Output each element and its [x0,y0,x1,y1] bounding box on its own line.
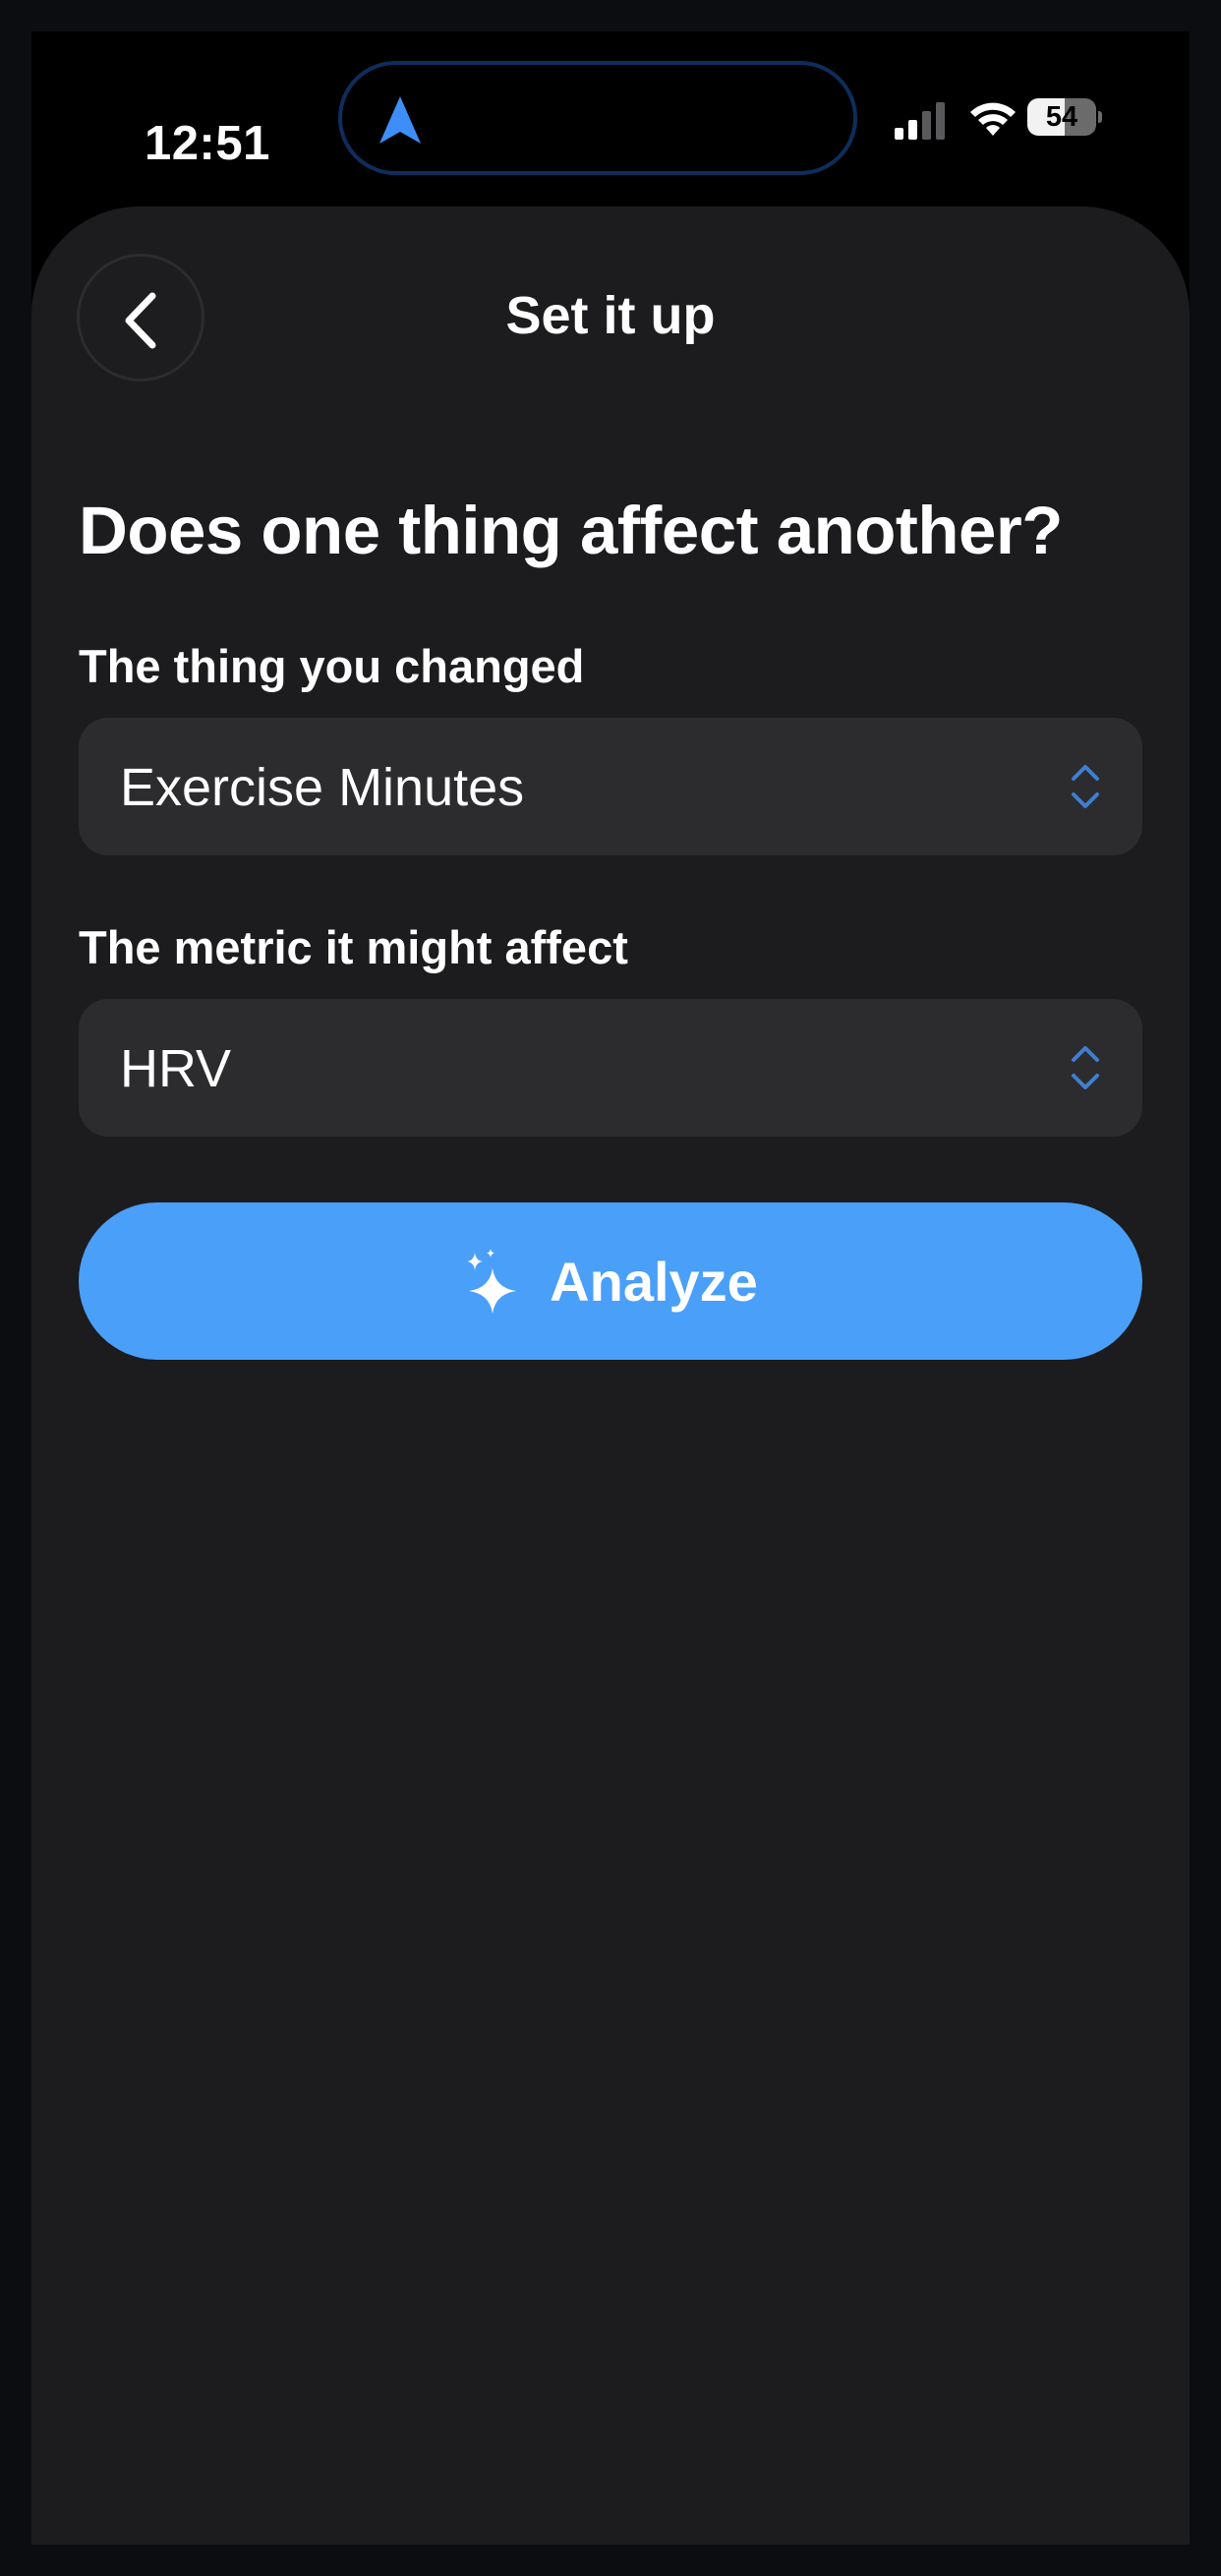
analyze-button-label: Analyze [550,1250,758,1313]
back-button[interactable] [77,254,204,381]
analyze-button-content: Analyze [79,1202,1142,1360]
question-heading: Does one thing affect another? [79,493,1063,568]
chevron-left-icon [125,292,156,349]
dynamic-island [338,61,857,175]
battery-indicator: 54 [1027,98,1102,138]
changed-thing-picker[interactable]: Exercise Minutes [79,718,1142,855]
location-arrow-icon [379,96,421,144]
wifi-icon [970,102,1016,136]
status-time: 12:51 [145,117,270,170]
affected-metric-picker[interactable]: HRV [79,999,1142,1137]
analyze-button[interactable]: Analyze [79,1202,1142,1360]
battery-tip [1098,111,1102,123]
changed-thing-label: The thing you changed [79,640,585,692]
chevron-up-down-icon [1072,765,1099,808]
changed-thing-value: Exercise Minutes [120,758,525,817]
affected-metric-label: The metric it might affect [79,921,628,973]
page-title: Set it up [505,286,716,345]
battery-level: 54 [1045,101,1078,133]
cellular-signal-icon [895,102,945,140]
sparkles-icon [467,1249,517,1314]
affected-metric-value: HRV [120,1039,232,1098]
setup-sheet: Set it up Does one thing affect another?… [31,206,1190,2545]
chevron-up-down-icon [1072,1046,1099,1089]
phone-screen: 12:51 54 Set it up Does one thing affect… [31,31,1190,2545]
